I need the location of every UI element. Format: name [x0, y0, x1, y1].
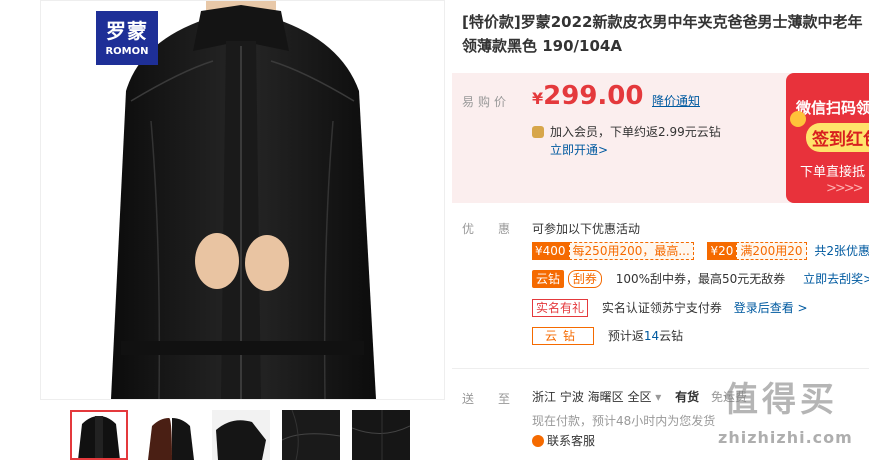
watermark: 值得买 zhizhizhi.com — [712, 370, 869, 460]
realname-text: 实名认证领苏宁支付券 — [601, 301, 722, 315]
guaquan-link[interactable]: 立即去刮奖> — [803, 272, 869, 286]
thumbnail-5[interactable] — [352, 410, 410, 460]
discount-intro: 可参加以下优惠活动 — [532, 222, 641, 236]
brand-logo: 罗蒙 ROMON — [96, 11, 158, 65]
brand-logo-cn: 罗蒙 — [106, 19, 148, 43]
vip-text: 加入会员，下单约返2.99元云钻 — [550, 125, 721, 139]
promo-line-3: 下单直接抵 — [800, 165, 866, 180]
stock-status: 有货 — [675, 390, 700, 404]
vip-crown-icon — [532, 126, 544, 138]
price-number: 299.00 — [543, 81, 644, 111]
promo-arrows-icon: >>>> — [826, 181, 864, 196]
realname-tag: 实名有礼 — [532, 299, 589, 317]
coupon-row: ¥400每250用200，最高... ¥20满200用20 共2张优惠券 — [532, 242, 869, 260]
coupon-1-desc: 每250用200，最高... — [568, 242, 694, 260]
brand-logo-en: ROMON — [105, 46, 149, 57]
thumbnail-3[interactable] — [212, 410, 270, 460]
coupon-2-amount: ¥20 — [707, 242, 737, 260]
coupon-total-link[interactable]: 共2张优惠券 — [814, 244, 869, 258]
coupon-2-desc: 满200用20 — [736, 242, 807, 260]
cloud-row: 云钻 预计返14云钻 — [532, 327, 683, 345]
wechat-promo-banner[interactable]: 微信扫码领 签到红包 下单直接抵 >>>> — [786, 73, 869, 203]
customer-service[interactable]: 联系客服 — [532, 432, 595, 449]
watermark-big: 值得买 — [724, 380, 838, 420]
thumbnail-1[interactable] — [70, 410, 128, 460]
guaquan-text: 100%刮中券，最高50元无敌券 — [615, 272, 786, 286]
product-title: [特价款]罗蒙2022新款皮衣男中年夹克爸爸男士薄款中老年领薄款黑色 190/1… — [462, 13, 863, 55]
thumbnail-2[interactable] — [142, 410, 200, 460]
delivery-label: 送至 — [462, 392, 535, 406]
delivery-region: 浙江 宁波 海曙区 全区 — [532, 390, 652, 404]
thumbnail-strip — [70, 410, 430, 460]
thumbnail-4[interactable] — [282, 410, 340, 460]
watermark-small: zhizhizhi.com — [718, 428, 853, 447]
guaquan-row: 云钻 刮券 100%刮中券，最高50元无敌券 立即去刮奖> — [532, 270, 869, 288]
cloud-value: 14 — [643, 329, 660, 343]
guaquan-tag: 刮券 — [567, 270, 602, 288]
price-value: ¥299.00 — [532, 81, 643, 111]
vip-open-link[interactable]: 立即开通> — [550, 141, 608, 158]
coupon-2[interactable]: ¥20 满200用20 — [707, 242, 807, 260]
cloud-text-pre: 预计返 — [607, 329, 644, 343]
section-divider — [452, 368, 869, 369]
discount-label: 优惠 — [462, 222, 535, 236]
promo-line-2: 签到红包 — [806, 123, 869, 152]
chevron-down-icon: ▾ — [655, 390, 662, 404]
promo-line-1: 微信扫码领 — [796, 99, 869, 117]
realname-link[interactable]: 登录后查看 > — [734, 301, 808, 315]
main-product-image[interactable]: 罗蒙 ROMON — [40, 0, 445, 400]
coupon-1[interactable]: ¥400 每250用200，最高... — [532, 242, 694, 260]
customer-service-icon — [532, 435, 544, 447]
customer-service-label: 联系客服 — [547, 434, 596, 448]
cloud-tag: 云钻 — [532, 327, 595, 345]
coin-icon — [790, 111, 806, 127]
realname-row: 实名有礼 实名认证领苏宁支付券 登录后查看 > — [532, 299, 808, 317]
vip-info: 加入会员，下单约返2.99元云钻 — [532, 123, 721, 140]
price-alert-link[interactable]: 降价通知 — [652, 92, 700, 109]
yunzuan-tag: 云钻 — [532, 270, 565, 288]
delivery-note: 现在付款，预计48小时内为您发货 — [532, 414, 716, 428]
delivery-region-select[interactable]: 浙江 宁波 海曙区 全区 ▾ — [532, 390, 661, 404]
cloud-text-post: 云钻 — [659, 329, 684, 343]
price-currency: ¥ — [532, 89, 544, 108]
coupon-1-amount: ¥400 — [532, 242, 569, 260]
price-label: 易购价 — [462, 95, 511, 109]
